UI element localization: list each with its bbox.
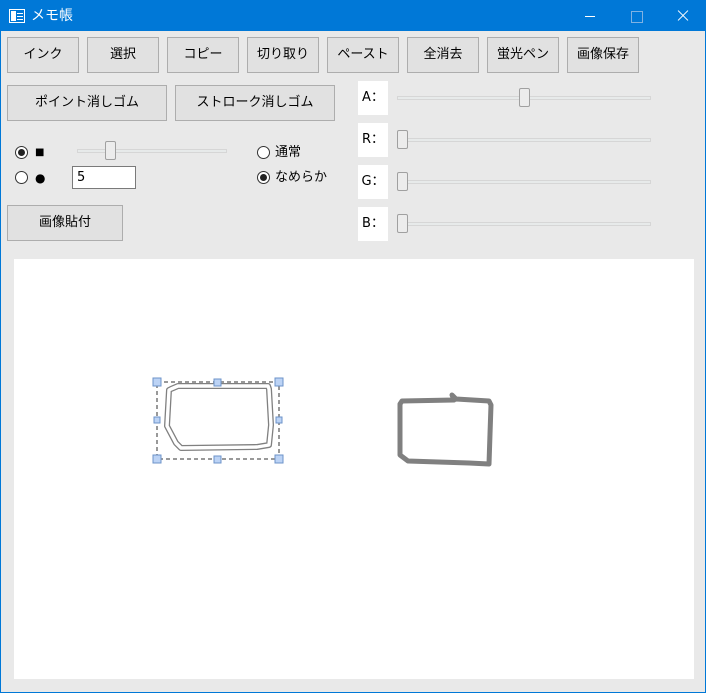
paste-button[interactable]: ペースト [327, 37, 399, 73]
title-bar[interactable]: メモ帳 [1, 1, 705, 31]
window-title: メモ帳 [31, 8, 73, 24]
alpha-label: A： [358, 81, 388, 115]
slider-track [397, 138, 651, 142]
resize-handle[interactable] [213, 455, 222, 464]
slider-track [77, 149, 227, 153]
ink-button[interactable]: インク [7, 37, 79, 73]
blue-label: B： [358, 207, 388, 241]
resize-handle[interactable] [152, 454, 162, 464]
paste-image-button[interactable]: 画像貼付 [7, 205, 123, 241]
ink-strokes [152, 377, 494, 467]
maximize-icon[interactable] [613, 1, 659, 31]
ink-stroke[interactable] [397, 392, 494, 467]
resize-handle[interactable] [152, 377, 162, 387]
close-icon[interactable] [659, 1, 705, 31]
slider-track [397, 180, 651, 184]
ink-canvas[interactable] [14, 259, 694, 679]
brush-square-radio[interactable] [15, 146, 28, 159]
selected-stroke[interactable] [164, 383, 274, 451]
stroke-eraser-button[interactable]: ストローク消しゴム [175, 85, 335, 121]
resize-handle[interactable] [274, 454, 284, 464]
slider-thumb[interactable] [397, 130, 408, 149]
alpha-slider[interactable] [397, 88, 651, 108]
normal-mode-radio[interactable] [257, 146, 270, 159]
red-slider[interactable] [397, 130, 651, 150]
square-brush-icon: ■ [35, 147, 45, 158]
brush-size-slider[interactable] [77, 141, 227, 161]
slider-thumb[interactable] [397, 214, 408, 233]
resize-handle[interactable] [153, 416, 161, 424]
circle-brush-icon: ● [35, 171, 46, 185]
highlighter-button[interactable]: 蛍光ペン [487, 37, 559, 73]
brush-size-input[interactable]: 5 [72, 166, 136, 189]
smooth-mode-label: なめらか [275, 170, 328, 185]
green-label: G： [358, 165, 388, 199]
normal-mode-label: 通常 [275, 145, 302, 160]
point-eraser-button[interactable]: ポイント消しゴム [7, 85, 167, 121]
clear-all-button[interactable]: 全消去 [407, 37, 479, 73]
green-slider[interactable] [397, 172, 651, 192]
minimize-icon[interactable] [567, 1, 613, 31]
save-image-button[interactable]: 画像保存 [567, 37, 639, 73]
copy-button[interactable]: コピー [167, 37, 239, 73]
red-label: R： [358, 123, 388, 157]
slider-thumb[interactable] [397, 172, 408, 191]
resize-handle[interactable] [274, 377, 284, 387]
slider-thumb[interactable] [105, 141, 116, 160]
resize-handle[interactable] [213, 378, 222, 387]
notepad-app-icon [9, 9, 25, 23]
slider-track [397, 222, 651, 226]
resize-handle[interactable] [275, 416, 283, 424]
slider-thumb[interactable] [519, 88, 530, 107]
brush-circle-radio[interactable] [15, 171, 28, 184]
select-button[interactable]: 選択 [87, 37, 159, 73]
app-window: メモ帳 インク 選択 コピー 切り取り ペースト 全消去 蛍光ペン 画像保存 ポ… [0, 0, 706, 693]
smooth-mode-radio[interactable] [257, 171, 270, 184]
blue-slider[interactable] [397, 214, 651, 234]
cut-button[interactable]: 切り取り [247, 37, 319, 73]
